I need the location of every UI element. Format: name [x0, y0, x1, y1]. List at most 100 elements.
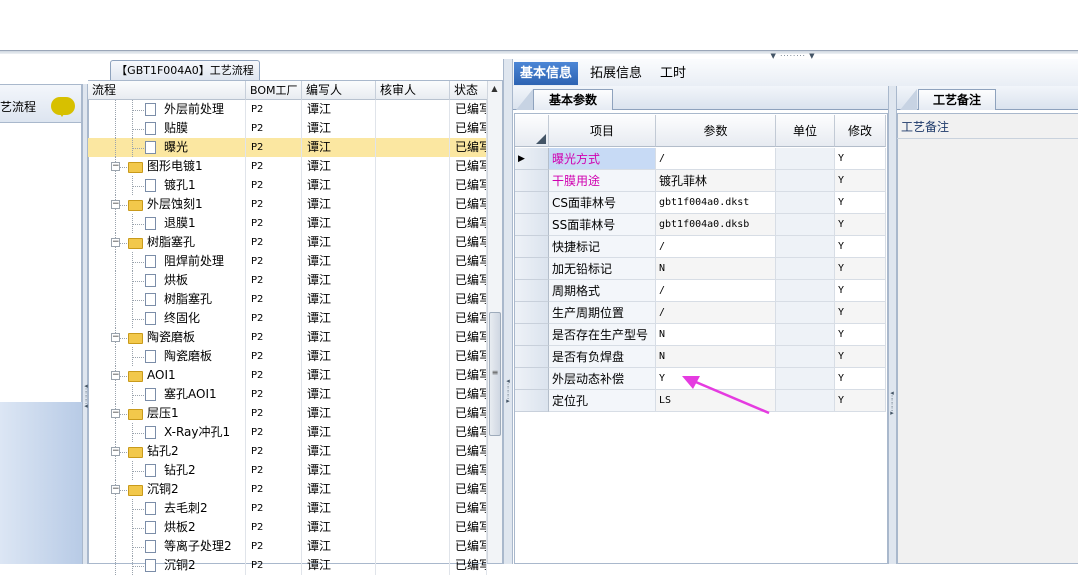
param-unit-cell[interactable]: [776, 324, 835, 346]
table-row[interactable]: − AOI1 P2谭江 已编写: [88, 366, 487, 385]
tab-extended-info[interactable]: 拓展信息: [584, 62, 648, 85]
table-row[interactable]: − 沉铜2 P2谭江 已编写: [88, 480, 487, 499]
tree-node-cell[interactable]: 阻焊前处理: [88, 252, 246, 271]
param-value-cell[interactable]: N: [656, 324, 776, 346]
param-row[interactable]: ▶ 曝光方式 / Y: [515, 148, 886, 170]
tree-node-cell[interactable]: 曝光: [88, 138, 246, 157]
collapse-icon[interactable]: −: [111, 447, 120, 456]
splitter-grip-icon[interactable]: ◂:::: ▸: [889, 390, 895, 417]
param-unit-cell[interactable]: [776, 368, 835, 390]
table-row[interactable]: 终固化 P2谭江 已编写: [88, 309, 487, 328]
param-row[interactable]: SS面菲林号 gbt1f004a0.dksb Y: [515, 214, 886, 236]
param-value-cell[interactable]: /: [656, 236, 776, 258]
column-header-value[interactable]: 参数: [656, 115, 776, 147]
param-modify-cell[interactable]: Y: [835, 192, 886, 214]
tree-node-cell[interactable]: 沉铜2: [88, 556, 246, 575]
column-header-status[interactable]: 状态: [450, 81, 487, 100]
param-row[interactable]: 是否存在生产型号 N Y: [515, 324, 886, 346]
param-value-cell[interactable]: gbt1f004a0.dksb: [656, 214, 776, 236]
param-row[interactable]: 是否有负焊盘 N Y: [515, 346, 886, 368]
param-value-cell[interactable]: N: [656, 258, 776, 280]
tree-node-cell[interactable]: 等离子处理2: [88, 537, 246, 556]
tree-title-tab[interactable]: 【GBT1F004A0】工艺流程: [110, 60, 260, 80]
param-modify-cell[interactable]: Y: [835, 368, 886, 390]
notes-panel[interactable]: [897, 113, 1078, 564]
table-row[interactable]: − 钻孔2 P2谭江 已编写: [88, 442, 487, 461]
tree-node-cell[interactable]: − AOI1: [88, 366, 246, 385]
tree-node-cell[interactable]: 树脂塞孔: [88, 290, 246, 309]
tree-node-cell[interactable]: X-Ray冲孔1: [88, 423, 246, 442]
table-row[interactable]: 等离子处理2 P2谭江 已编写: [88, 537, 487, 556]
tree-node-cell[interactable]: 钻孔2: [88, 461, 246, 480]
column-header-modify[interactable]: 修改: [835, 115, 886, 147]
tree-node-cell[interactable]: − 树脂塞孔: [88, 233, 246, 252]
param-modify-cell[interactable]: Y: [835, 390, 886, 412]
table-row[interactable]: 外层前处理 P2谭江 已编写: [88, 100, 487, 119]
table-row[interactable]: − 层压1 P2谭江 已编写: [88, 404, 487, 423]
param-unit-cell[interactable]: [776, 170, 835, 192]
table-row[interactable]: 塞孔AOI1 P2谭江 已编写: [88, 385, 487, 404]
tab-process-notes[interactable]: 工艺备注: [918, 89, 996, 110]
tree-node-cell[interactable]: 陶瓷磨板: [88, 347, 246, 366]
param-row[interactable]: 生产周期位置 / Y: [515, 302, 886, 324]
tab-work-hours[interactable]: 工时: [654, 62, 692, 85]
tree-node-cell[interactable]: − 图形电镀1: [88, 157, 246, 176]
param-modify-cell[interactable]: Y: [835, 346, 886, 368]
column-header-bom[interactable]: BOM工厂: [246, 81, 302, 100]
tree-node-cell[interactable]: − 外层蚀刻1: [88, 195, 246, 214]
splitter-grip-icon[interactable]: ◂:::: ▸: [505, 378, 511, 405]
table-row[interactable]: 树脂塞孔 P2谭江 已编写: [88, 290, 487, 309]
tree-node-cell[interactable]: 去毛刺2: [88, 499, 246, 518]
param-unit-cell[interactable]: [776, 258, 835, 280]
param-unit-cell[interactable]: [776, 346, 835, 368]
tree-node-cell[interactable]: − 层压1: [88, 404, 246, 423]
tree-node-cell[interactable]: 塞孔AOI1: [88, 385, 246, 404]
param-value-cell[interactable]: gbt1f004a0.dkst: [656, 192, 776, 214]
tree-node-cell[interactable]: 烘板: [88, 271, 246, 290]
table-row[interactable]: − 陶瓷磨板 P2谭江 已编写: [88, 328, 487, 347]
collapse-icon[interactable]: −: [111, 333, 120, 342]
table-row[interactable]: − 外层蚀刻1 P2谭江 已编写: [88, 195, 487, 214]
param-modify-cell[interactable]: Y: [835, 214, 886, 236]
tree-node-cell[interactable]: 外层前处理: [88, 100, 246, 119]
middle-splitter[interactable]: ◂:::: ▸: [503, 59, 513, 564]
tree-node-cell[interactable]: − 陶瓷磨板: [88, 328, 246, 347]
tree-node-cell[interactable]: 烘板2: [88, 518, 246, 537]
param-row[interactable]: 快捷标记 / Y: [515, 236, 886, 258]
table-row[interactable]: − 树脂塞孔 P2谭江 已编写: [88, 233, 487, 252]
param-modify-cell[interactable]: Y: [835, 170, 886, 192]
tree-node-cell[interactable]: − 沉铜2: [88, 480, 246, 499]
table-row[interactable]: − 图形电镀1 P2谭江 已编写: [88, 157, 487, 176]
table-row[interactable]: 镀孔1 P2谭江 已编写: [88, 176, 487, 195]
table-row[interactable]: 烘板2 P2谭江 已编写: [88, 518, 487, 537]
param-modify-cell[interactable]: Y: [835, 236, 886, 258]
param-modify-cell[interactable]: Y: [835, 258, 886, 280]
column-header-item[interactable]: 项目: [549, 115, 656, 147]
table-row[interactable]: 去毛刺2 P2谭江 已编写: [88, 499, 487, 518]
collapse-icon[interactable]: −: [111, 409, 120, 418]
param-unit-cell[interactable]: [776, 280, 835, 302]
collapse-icon[interactable]: −: [111, 200, 120, 209]
param-unit-cell[interactable]: [776, 236, 835, 258]
param-row[interactable]: 加无铅标记 N Y: [515, 258, 886, 280]
table-row[interactable]: 阻焊前处理 P2谭江 已编写: [88, 252, 487, 271]
subtab-basic-params[interactable]: 基本参数: [533, 89, 613, 110]
top-splitter[interactable]: [0, 50, 1078, 54]
param-row[interactable]: CS面菲林号 gbt1f004a0.dkst Y: [515, 192, 886, 214]
table-row[interactable]: 沉铜2 P2谭江 已编写: [88, 556, 487, 575]
param-modify-cell[interactable]: Y: [835, 148, 886, 170]
collapse-icon[interactable]: −: [111, 162, 120, 171]
tree-node-cell[interactable]: 退膜1: [88, 214, 246, 233]
column-header-process[interactable]: 流程: [88, 81, 246, 100]
param-value-cell[interactable]: /: [656, 302, 776, 324]
tree-node-cell[interactable]: 贴膜: [88, 119, 246, 138]
collapse-icon[interactable]: −: [111, 371, 120, 380]
table-row[interactable]: 曝光 P2谭江 已编写: [88, 138, 487, 157]
scroll-up-icon[interactable]: ▲: [487, 84, 502, 96]
param-unit-cell[interactable]: [776, 302, 835, 324]
tree-node-cell[interactable]: 终固化: [88, 309, 246, 328]
table-row[interactable]: 陶瓷磨板 P2谭江 已编写: [88, 347, 487, 366]
collapse-icon[interactable]: −: [111, 238, 120, 247]
left-panel-header[interactable]: 艺流程: [0, 85, 81, 123]
table-row[interactable]: X-Ray冲孔1 P2谭江 已编写: [88, 423, 487, 442]
